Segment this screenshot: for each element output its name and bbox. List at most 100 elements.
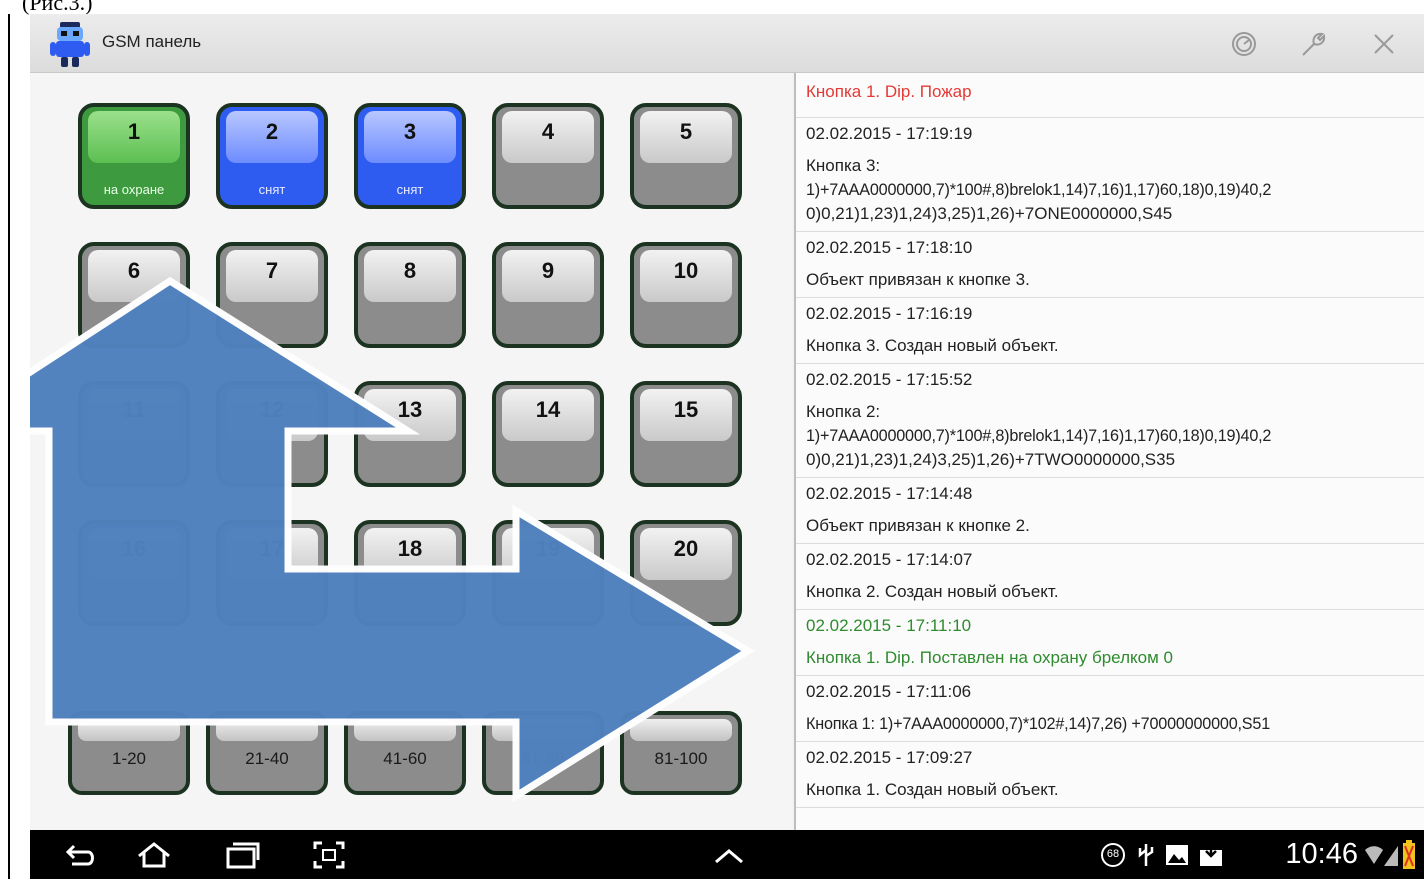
zone-button-19[interactable]: 19 xyxy=(492,520,604,626)
page-button-1-20[interactable]: 1-20 xyxy=(68,711,190,795)
log-entry-header: 02.02.2015 - 17:14:07 xyxy=(806,550,973,569)
log-entry-text: Кнопка 2. Создан новый объект. xyxy=(806,582,1059,601)
screenshot-icon[interactable] xyxy=(312,840,346,870)
log-entry-header: 02.02.2015 - 17:18:10 xyxy=(806,238,973,257)
log-separator xyxy=(796,117,1424,118)
zone-button-9[interactable]: 9 xyxy=(492,242,604,348)
recent-apps-icon[interactable] xyxy=(224,840,260,870)
button-status: на охране xyxy=(103,182,165,197)
log-entry-text: 1)+7AAA0000000,7)*100#,8)brelok1,14)7,16… xyxy=(806,427,1272,445)
log-separator xyxy=(796,675,1424,676)
log-entry-header: 02.02.2015 - 17:11:10 xyxy=(806,616,972,635)
zone-button-7[interactable]: 7 xyxy=(216,242,328,348)
log-entry-text: Кнопка 2: xyxy=(806,402,881,421)
signal-icon xyxy=(1384,846,1398,866)
log-entry-header: 02.02.2015 - 17:11:06 xyxy=(806,682,972,701)
button-number: 15 xyxy=(673,397,699,422)
zone-button-1[interactable]: 1 на охране xyxy=(78,103,190,209)
button-number: 4 xyxy=(541,119,555,144)
log-entry-text: Объект привязан к кнопке 3. xyxy=(806,270,1030,289)
app-robot-icon xyxy=(50,22,90,67)
zone-button-3[interactable]: 3 снят xyxy=(354,103,466,209)
wrench-icon[interactable] xyxy=(1300,30,1328,58)
log-separator xyxy=(796,297,1424,298)
page-button-81-100[interactable]: 81-100 xyxy=(620,711,742,795)
clock-icon[interactable] xyxy=(1230,30,1258,58)
usb-icon xyxy=(1138,844,1154,866)
button-number: 8 xyxy=(403,258,417,283)
page-button-label: 61-80 xyxy=(521,749,565,768)
log-entry-header: 02.02.2015 - 17:16:19 xyxy=(806,304,973,323)
button-number: 16 xyxy=(121,536,147,561)
log-entry-text: Кнопка 3: xyxy=(806,156,881,175)
page-button-label: 1-20 xyxy=(111,749,147,768)
zone-button-5[interactable]: 5 xyxy=(630,103,742,209)
back-icon[interactable] xyxy=(64,840,98,870)
page-button-61-80[interactable]: 61-80 xyxy=(482,711,604,795)
page-button-41-60[interactable]: 41-60 xyxy=(344,711,466,795)
zone-button-12[interactable]: 12 xyxy=(216,381,328,487)
log-entry-header: 02.02.2015 - 17:15:52 xyxy=(806,370,973,389)
app-title: GSM панель xyxy=(102,32,202,51)
button-number: 14 xyxy=(535,397,561,422)
log-separator xyxy=(796,231,1424,232)
zone-button-8[interactable]: 8 xyxy=(354,242,466,348)
log-entry-text: Кнопка 1. Создан новый объект. xyxy=(806,780,1059,799)
page-button-label: 81-100 xyxy=(654,749,708,768)
zone-button-2[interactable]: 2 снят xyxy=(216,103,328,209)
buttons-panel: 1 на охране 2 снят 3 снят 4 5 6 7 8 9 10 11 12 13 14 15 16… xyxy=(30,73,792,830)
zone-button-15[interactable]: 15 xyxy=(630,381,742,487)
button-number: 13 xyxy=(397,397,423,422)
log-entry-header: Кнопка 1. Dip. Пожар xyxy=(806,82,972,101)
page-button-cap xyxy=(78,719,180,741)
log-separator xyxy=(796,741,1424,742)
button-status: снят xyxy=(258,182,286,197)
download-icon xyxy=(1200,844,1222,866)
log-separator xyxy=(796,807,1424,808)
button-number: 1 xyxy=(127,119,141,144)
log-entry-text: 0)0,21)1,23)1,24)3,25)1,26)+7ONE0000000,… xyxy=(806,204,1173,223)
zone-button-14[interactable]: 14 xyxy=(492,381,604,487)
button-number: 6 xyxy=(127,258,141,283)
zone-button-11[interactable]: 11 xyxy=(78,381,190,487)
zone-button-17[interactable]: 17 xyxy=(216,520,328,626)
button-number: 11 xyxy=(122,397,146,422)
wifi-icon xyxy=(1365,846,1383,864)
battery-icon xyxy=(1403,840,1415,869)
log-entry-text: Кнопка 1: 1)+7AAA0000000,7)*102#,14)7,26… xyxy=(806,715,1271,733)
close-icon[interactable] xyxy=(1370,30,1398,58)
button-number: 5 xyxy=(679,119,693,144)
zone-button-4[interactable]: 4 xyxy=(492,103,604,209)
zone-button-6[interactable]: 6 xyxy=(78,242,190,348)
log-entry-text: Кнопка 1. Dip. Поставлен на охрану брелк… xyxy=(806,648,1173,667)
zone-button-18[interactable]: 18 xyxy=(354,520,466,626)
log-entry-header: 02.02.2015 - 17:19:19 xyxy=(806,124,973,143)
button-number: 17 xyxy=(259,536,285,561)
button-number: 12 xyxy=(259,397,285,422)
log-entry-text: Объект привязан к кнопке 2. xyxy=(806,516,1030,535)
log-entry-text: 0)0,21)1,23)1,24)3,25)1,26)+7TWO0000000,… xyxy=(806,450,1176,469)
log-separator xyxy=(796,543,1424,544)
zone-button-16[interactable]: 16 xyxy=(78,520,190,626)
button-number: 19 xyxy=(535,536,561,561)
home-icon[interactable] xyxy=(136,840,172,870)
zone-button-13[interactable]: 13 xyxy=(354,381,466,487)
log-entry-header: 02.02.2015 - 17:14:48 xyxy=(806,484,973,503)
button-number: 3 xyxy=(403,119,417,144)
status-clock: 10:46 xyxy=(1285,838,1358,870)
zone-button-20[interactable]: 20 xyxy=(630,520,742,626)
log-entry-text: 1)+7AAA0000000,7)*100#,8)brelok1,14)7,16… xyxy=(806,181,1272,199)
button-number: 18 xyxy=(397,536,423,561)
log-separator xyxy=(796,363,1424,364)
page-button-21-40[interactable]: 21-40 xyxy=(206,711,328,795)
zone-button-10[interactable]: 10 xyxy=(630,242,742,348)
chevron-up-icon[interactable] xyxy=(712,840,746,870)
log-entry-header: 02.02.2015 - 17:09:27 xyxy=(806,748,973,767)
event-log: Кнопка 1. Dip. Пожар 02.02.2015 - 17:19:1… xyxy=(794,73,1424,830)
page-button-cap xyxy=(216,719,318,741)
button-number: 2 xyxy=(265,119,279,144)
gallery-icon xyxy=(1166,845,1188,865)
button-number: 7 xyxy=(265,258,279,283)
notification-badge-count: 68 xyxy=(1106,848,1120,860)
log-separator xyxy=(796,477,1424,478)
